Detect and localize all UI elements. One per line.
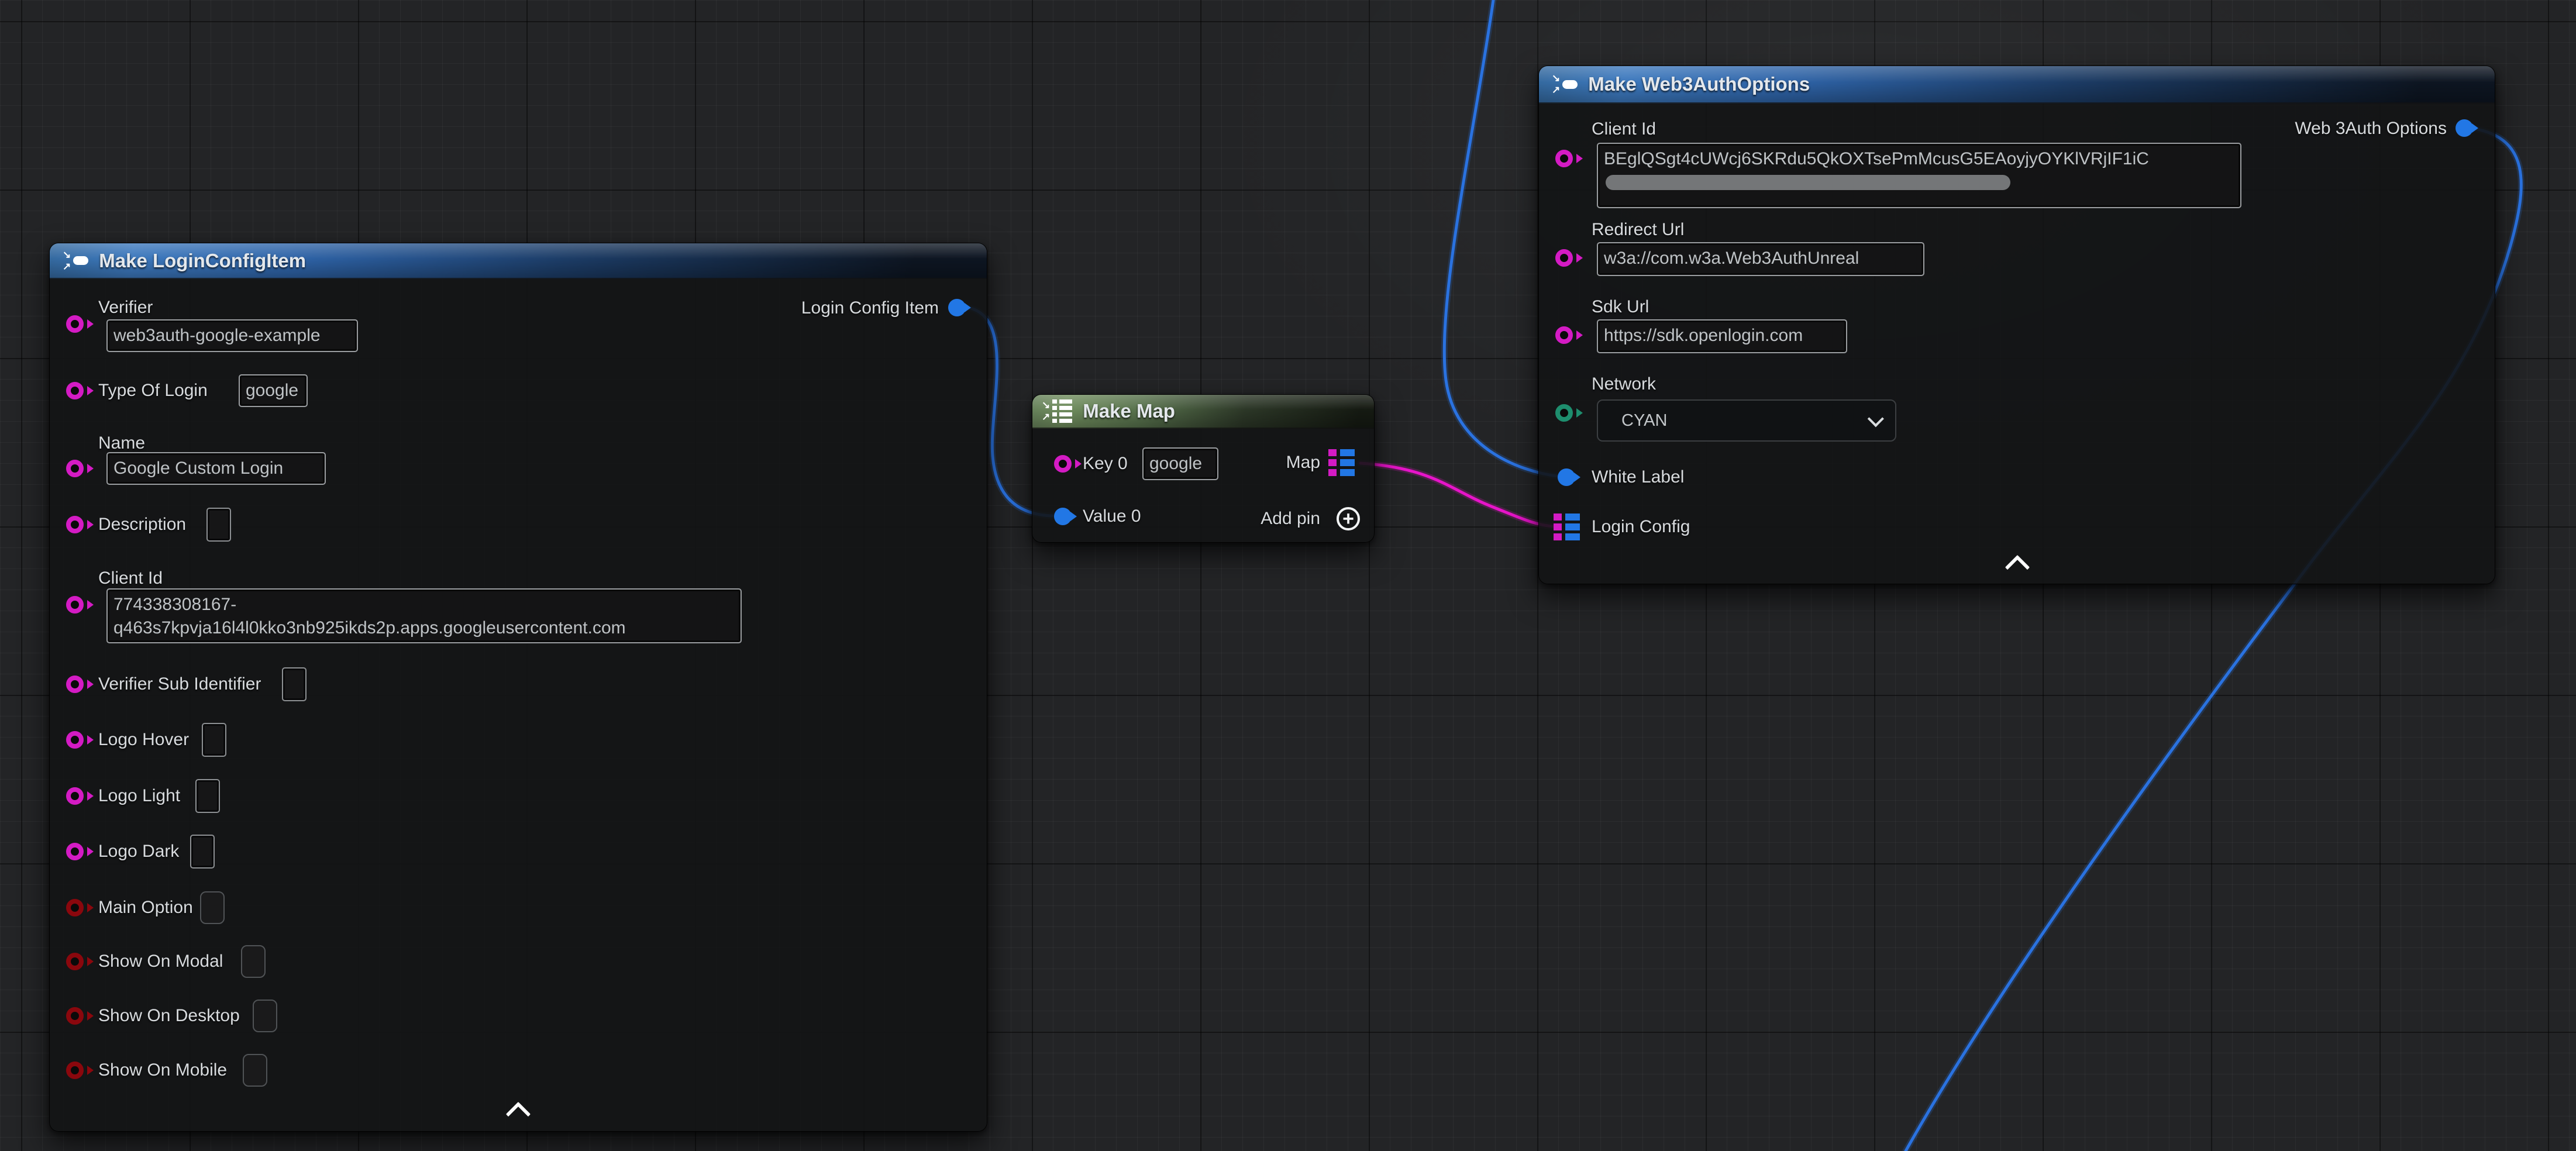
input-pin-key-0[interactable] [1054, 455, 1072, 473]
show-on-mobile-checkbox[interactable] [243, 1054, 267, 1087]
pin-label-client-id: Client Id [98, 569, 163, 588]
add-pin-button[interactable]: + [1337, 507, 1360, 530]
make-struct-icon: ↘↗ [63, 251, 88, 270]
pin-label-name: Name [98, 434, 145, 453]
pin-label-verifier-sub-identifier: Verifier Sub Identifier [98, 675, 261, 694]
input-pin-verifier[interactable] [66, 315, 84, 333]
pin-label-show-on-desktop: Show On Desktop [98, 1007, 240, 1025]
input-pin-logo-light[interactable] [66, 787, 84, 805]
pin-label-logo-hover: Logo Hover [98, 730, 189, 749]
output-label-web3auth-options: Web 3Auth Options [2295, 119, 2447, 138]
node-header-make-web3authoptions[interactable]: ↘↗ Make Web3AuthOptions [1539, 66, 2495, 104]
wire-map-to-loginconfig-glow [1361, 463, 1554, 526]
redirect-url-input[interactable]: w3a://com.w3a.Web3AuthUnreal [1597, 242, 1924, 276]
node-make-loginconfigitem[interactable]: ↘↗ Make LoginConfigItem Login Config Ite… [49, 243, 987, 1132]
pin-label-main-option: Main Option [98, 898, 193, 917]
input-pin-white-label[interactable] [1558, 468, 1575, 486]
input-pin-client-id[interactable] [66, 596, 84, 614]
pin-label-logo-light: Logo Light [98, 787, 180, 805]
input-pin-main-option[interactable] [66, 899, 84, 916]
node-title: Make LoginConfigItem [99, 250, 306, 272]
pin-label-verifier: Verifier [98, 298, 153, 317]
logo-dark-input[interactable] [190, 835, 215, 869]
sdk-url-input[interactable]: https://sdk.openlogin.com [1597, 319, 1847, 353]
logo-hover-input[interactable] [202, 723, 226, 757]
name-input[interactable]: Google Custom Login [106, 452, 326, 485]
show-on-modal-checkbox[interactable] [241, 945, 266, 978]
node-title: Make Web3AuthOptions [1588, 73, 1810, 95]
main-option-checkbox[interactable] [200, 891, 225, 924]
input-pin-logo-hover[interactable] [66, 731, 84, 749]
pin-label-redirect-url: Redirect Url [1592, 220, 1684, 239]
pin-label-show-on-modal: Show On Modal [98, 952, 223, 971]
pin-label-show-on-mobile: Show On Mobile [98, 1061, 227, 1080]
pin-label-value-0: Value 0 [1083, 507, 1141, 526]
verifier-sub-identifier-input[interactable] [282, 667, 306, 701]
collapse-node-chevron-icon[interactable] [2005, 555, 2030, 580]
type-of-login-input[interactable]: google [239, 374, 308, 407]
pin-label-client-id: Client Id [1592, 120, 1656, 139]
input-pin-login-config[interactable] [1554, 514, 1580, 540]
output-label-login-config-item: Login Config Item [801, 299, 939, 318]
verifier-input[interactable]: web3auth-google-example [106, 319, 358, 352]
input-pin-name[interactable] [66, 460, 84, 477]
output-pin-web3auth-options[interactable] [2456, 119, 2473, 137]
input-pin-value-0[interactable] [1054, 508, 1072, 525]
logo-light-input[interactable] [195, 779, 220, 813]
add-pin-label: Add pin [1261, 509, 1320, 528]
pin-label-description: Description [98, 515, 186, 534]
input-pin-show-on-mobile[interactable] [66, 1062, 84, 1079]
input-pin-network[interactable] [1555, 404, 1573, 422]
input-pin-type-of-login[interactable] [66, 382, 84, 399]
client-id-scrollbar[interactable] [1606, 175, 2010, 190]
pin-label-sdk-url: Sdk Url [1592, 298, 1649, 316]
input-pin-show-on-modal[interactable] [66, 953, 84, 970]
input-pin-client-id[interactable] [1555, 150, 1573, 167]
input-pin-verifier-sub-identifier[interactable] [66, 676, 84, 693]
input-pin-logo-dark[interactable] [66, 843, 84, 860]
node-title: Make Map [1083, 400, 1175, 422]
output-label-map: Map [1286, 453, 1320, 472]
network-dropdown-value: CYAN [1621, 411, 1667, 430]
input-pin-redirect-url[interactable] [1555, 249, 1573, 267]
make-struct-icon: ↘↗ [1552, 75, 1578, 94]
pin-label-network: Network [1592, 375, 1656, 394]
node-make-web3authoptions[interactable]: ↘↗ Make Web3AuthOptions Web 3Auth Option… [1538, 66, 2495, 584]
input-pin-show-on-desktop[interactable] [66, 1007, 84, 1025]
pin-label-logo-dark: Logo Dark [98, 842, 179, 861]
network-dropdown[interactable]: CYAN [1597, 399, 1896, 442]
output-pin-map[interactable] [1328, 449, 1355, 476]
make-map-icon: ↘↗ [1042, 399, 1072, 423]
client-id-input[interactable]: 774338308167-q463s7kpvja16l4l0kko3nb925i… [106, 588, 742, 643]
blueprint-graph-canvas[interactable]: ↘↗ Make LoginConfigItem Login Config Ite… [0, 0, 2576, 1151]
pin-label-login-config: Login Config [1592, 518, 1690, 536]
show-on-desktop-checkbox[interactable] [253, 1000, 277, 1032]
key-0-input[interactable]: google [1142, 447, 1218, 480]
node-header-make-map[interactable]: ↘↗ Make Map [1032, 395, 1374, 429]
input-pin-description[interactable] [66, 516, 84, 533]
node-make-map[interactable]: ↘↗ Make Map Key 0 google Map Value 0 Add… [1032, 394, 1375, 543]
node-header-make-loginconfigitem[interactable]: ↘↗ Make LoginConfigItem [50, 243, 987, 279]
input-pin-sdk-url[interactable] [1555, 326, 1573, 344]
collapse-node-chevron-icon[interactable] [506, 1102, 531, 1126]
description-input[interactable] [206, 508, 231, 542]
pin-label-type-of-login: Type Of Login [98, 381, 208, 400]
pin-label-key-0: Key 0 [1083, 454, 1128, 473]
output-pin-login-config-item[interactable] [948, 299, 966, 316]
chevron-down-icon [1868, 411, 1884, 427]
pin-label-white-label: White Label [1592, 468, 1684, 487]
